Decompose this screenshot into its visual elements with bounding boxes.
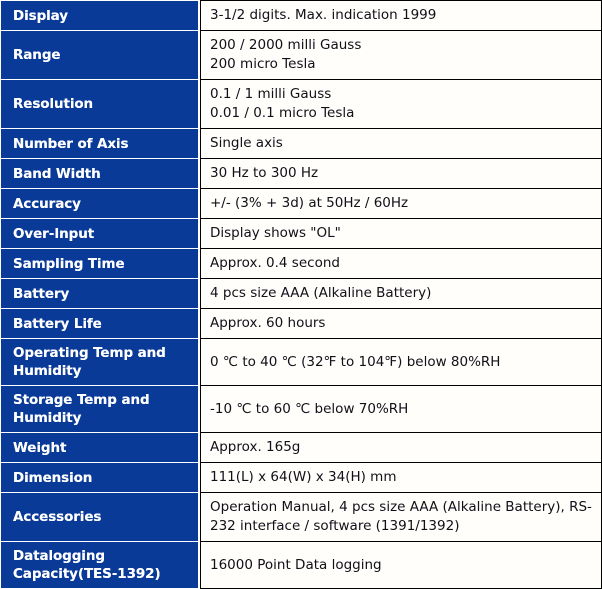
specification-table: Display 3-1/2 digits. Max. indication 199… (0, 0, 602, 589)
spec-label-cell: Band Width (0, 159, 200, 189)
table-row: Number of Axis Single axis (0, 129, 602, 159)
spec-value-cell: 4 pcs size AAA (Alkaline Battery) (200, 279, 602, 309)
spec-label-cell: Range (0, 31, 200, 80)
table-row: Sampling Time Approx. 0.4 second (0, 249, 602, 279)
table-row: Datalogging Capacity(TES-1392) 16000 Poin… (0, 542, 602, 589)
spec-value-cell: 16000 Point Data logging (200, 542, 602, 589)
spec-label-cell: Weight (0, 433, 200, 463)
spec-label-cell: Resolution (0, 80, 200, 129)
spec-label-cell: Dimension (0, 463, 200, 493)
table-row: Battery Life Approx. 60 hours (0, 309, 602, 339)
table-row: Display 3-1/2 digits. Max. indication 199… (0, 0, 602, 31)
table-row: Storage Temp and Humidity -10 ℃ to 60 ℃ b… (0, 386, 602, 433)
table-row: Weight Approx. 165g (0, 433, 602, 463)
spec-label-cell: Sampling Time (0, 249, 200, 279)
table-row: Battery 4 pcs size AAA (Alkaline Battery) (0, 279, 602, 309)
spec-label-cell: Accuracy (0, 189, 200, 219)
table-row: Range 200 / 2000 milli Gauss 200 micro Te… (0, 31, 602, 80)
table-row: Band Width 30 Hz to 300 Hz (0, 159, 602, 189)
spec-value-cell: 30 Hz to 300 Hz (200, 159, 602, 189)
spec-value-cell: Display shows "OL" (200, 219, 602, 249)
spec-label-cell: Storage Temp and Humidity (0, 386, 200, 433)
table-row: Dimension 111(L) x 64(W) x 34(H) mm (0, 463, 602, 493)
spec-label-cell: Accessories (0, 493, 200, 542)
spec-label-cell: Operating Temp and Humidity (0, 339, 200, 386)
table-row: Operating Temp and Humidity 0 ℃ to 40 ℃ (… (0, 339, 602, 386)
spec-value-cell: +/- (3% + 3d) at 50Hz / 60Hz (200, 189, 602, 219)
spec-label-cell: Battery (0, 279, 200, 309)
table-row: Resolution 0.1 / 1 milli Gauss 0.01 / 0.1… (0, 80, 602, 129)
spec-value-cell: 111(L) x 64(W) x 34(H) mm (200, 463, 602, 493)
spec-value-cell: 0.1 / 1 milli Gauss 0.01 / 0.1 micro Tes… (200, 80, 602, 129)
spec-value-cell: 200 / 2000 milli Gauss 200 micro Tesla (200, 31, 602, 80)
spec-value-cell: Approx. 60 hours (200, 309, 602, 339)
spec-label-cell: Display (0, 0, 200, 31)
spec-value-cell: Single axis (200, 129, 602, 159)
table-row: Accessories Operation Manual, 4 pcs size … (0, 493, 602, 542)
table-row: Over-Input Display shows "OL" (0, 219, 602, 249)
spec-value-cell: -10 ℃ to 60 ℃ below 70%RH (200, 386, 602, 433)
spec-value-cell: Approx. 165g (200, 433, 602, 463)
spec-value-cell: 3-1/2 digits. Max. indication 1999 (200, 0, 602, 31)
specification-table-body: Display 3-1/2 digits. Max. indication 199… (0, 0, 602, 589)
spec-label-cell: Battery Life (0, 309, 200, 339)
spec-label-cell: Datalogging Capacity(TES-1392) (0, 542, 200, 589)
spec-value-cell: Operation Manual, 4 pcs size AAA (Alkali… (200, 493, 602, 542)
spec-value-cell: 0 ℃ to 40 ℃ (32℉ to 104℉) below 80%RH (200, 339, 602, 386)
table-row: Accuracy +/- (3% + 3d) at 50Hz / 60Hz (0, 189, 602, 219)
spec-label-cell: Over-Input (0, 219, 200, 249)
spec-value-cell: Approx. 0.4 second (200, 249, 602, 279)
spec-label-cell: Number of Axis (0, 129, 200, 159)
